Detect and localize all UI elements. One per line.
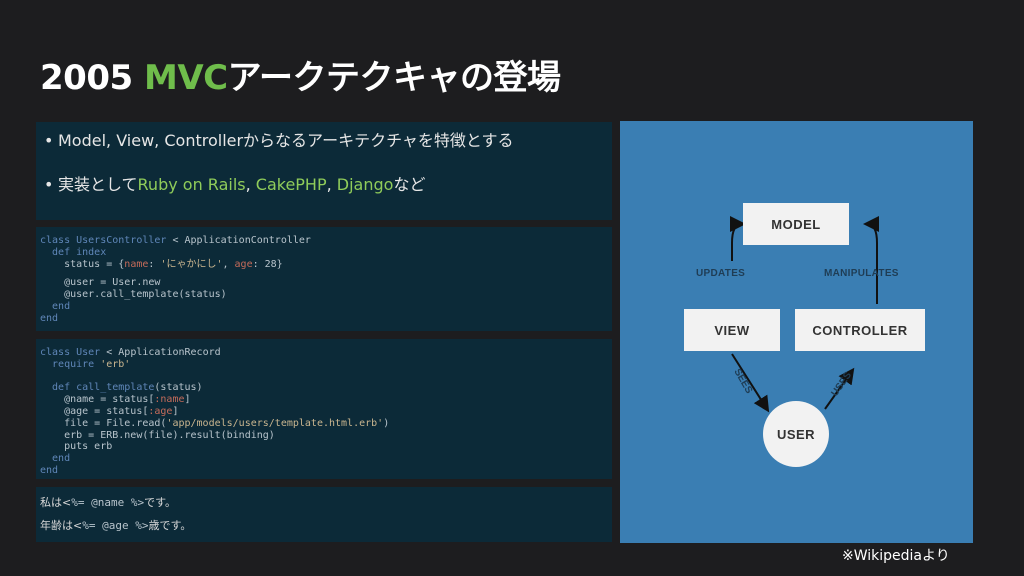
controller-code-block: class UsersController < ApplicationContr…: [36, 227, 612, 331]
label-uses: USES: [829, 370, 854, 399]
bullet-text: Model, View, Controllerからなるアーキテクチャを特徴とする: [58, 131, 514, 150]
code-line: class UsersController < ApplicationContr…: [40, 235, 311, 246]
slide-title: 2005 MVCアークテクキャの登場: [40, 50, 561, 99]
code-line: @name = status[:name]: [40, 394, 191, 406]
mvc-diagram: SEES USES MODEL VIEW CONTROLLER USER UPD…: [620, 121, 973, 543]
bullet-dot: •: [44, 175, 54, 194]
framework-cakephp: CakePHP: [255, 175, 327, 194]
code-line: @age = status[:age]: [40, 405, 179, 417]
user-node: USER: [763, 401, 829, 467]
code-line: file = File.read('app/models/users/templ…: [40, 417, 390, 429]
bullet-prefix: 実装として: [58, 175, 138, 194]
code-line: def call_template(status): [40, 382, 203, 394]
bullet-panel: • Model, View, Controllerからなるアーキテクチャを特徴とす…: [36, 122, 612, 220]
bullet-suffix: など: [393, 175, 426, 194]
label-sees: SEES: [731, 367, 754, 396]
bullet-separator: ,: [326, 175, 337, 194]
bullet-separator: ,: [245, 175, 256, 194]
code-line: status = {name: 'にゃかにし', age: 28}: [40, 258, 283, 270]
title-rest: アークテクキャの登場: [227, 58, 561, 98]
arrow-manipulates: [863, 216, 880, 304]
code-line: erb = ERB.new(file).result(binding): [40, 429, 275, 441]
bullet-dot: •: [44, 131, 54, 150]
framework-rails: Ruby on Rails: [137, 175, 246, 194]
title-mvc: MVC: [143, 58, 228, 98]
view-node: VIEW: [684, 309, 780, 351]
code-line: end: [40, 453, 71, 465]
code-line: require 'erb': [40, 358, 131, 370]
framework-django: Django: [336, 175, 394, 194]
erb-template-block: 私は<%= @name %>です。年齢は<%= @age %>歳です。: [36, 487, 612, 542]
bullet-item: • 実装としてRuby on Rails, CakePHP, Djangoなど: [36, 172, 612, 216]
code-line: puts erb: [40, 441, 113, 453]
bullet-item: • Model, View, Controllerからなるアーキテクチャを特徴とす…: [36, 128, 612, 172]
erb-line: 年齢は<%= @age %>歳です。: [40, 519, 192, 532]
title-year: 2005: [40, 58, 133, 98]
code-line: end: [40, 312, 59, 324]
code-line: @user = User.new: [40, 277, 161, 289]
code-line: end: [40, 464, 59, 476]
model-code-block: class User < ApplicationRecord require '…: [36, 339, 612, 479]
code-line: def index: [40, 246, 107, 258]
code-line: end: [40, 300, 71, 312]
label-updates: UPDATES: [696, 268, 746, 279]
code-line: class User < ApplicationRecord: [40, 347, 221, 358]
arrow-updates: [729, 216, 746, 261]
source-credit: ※Wikipediaより: [842, 548, 950, 564]
label-manipulates: MANIPULATES: [824, 268, 899, 279]
erb-line: 私は<%= @name %>です。: [40, 496, 176, 509]
model-node: MODEL: [743, 203, 849, 245]
controller-node: CONTROLLER: [795, 309, 925, 351]
code-line: @user.call_template(status): [40, 289, 227, 301]
